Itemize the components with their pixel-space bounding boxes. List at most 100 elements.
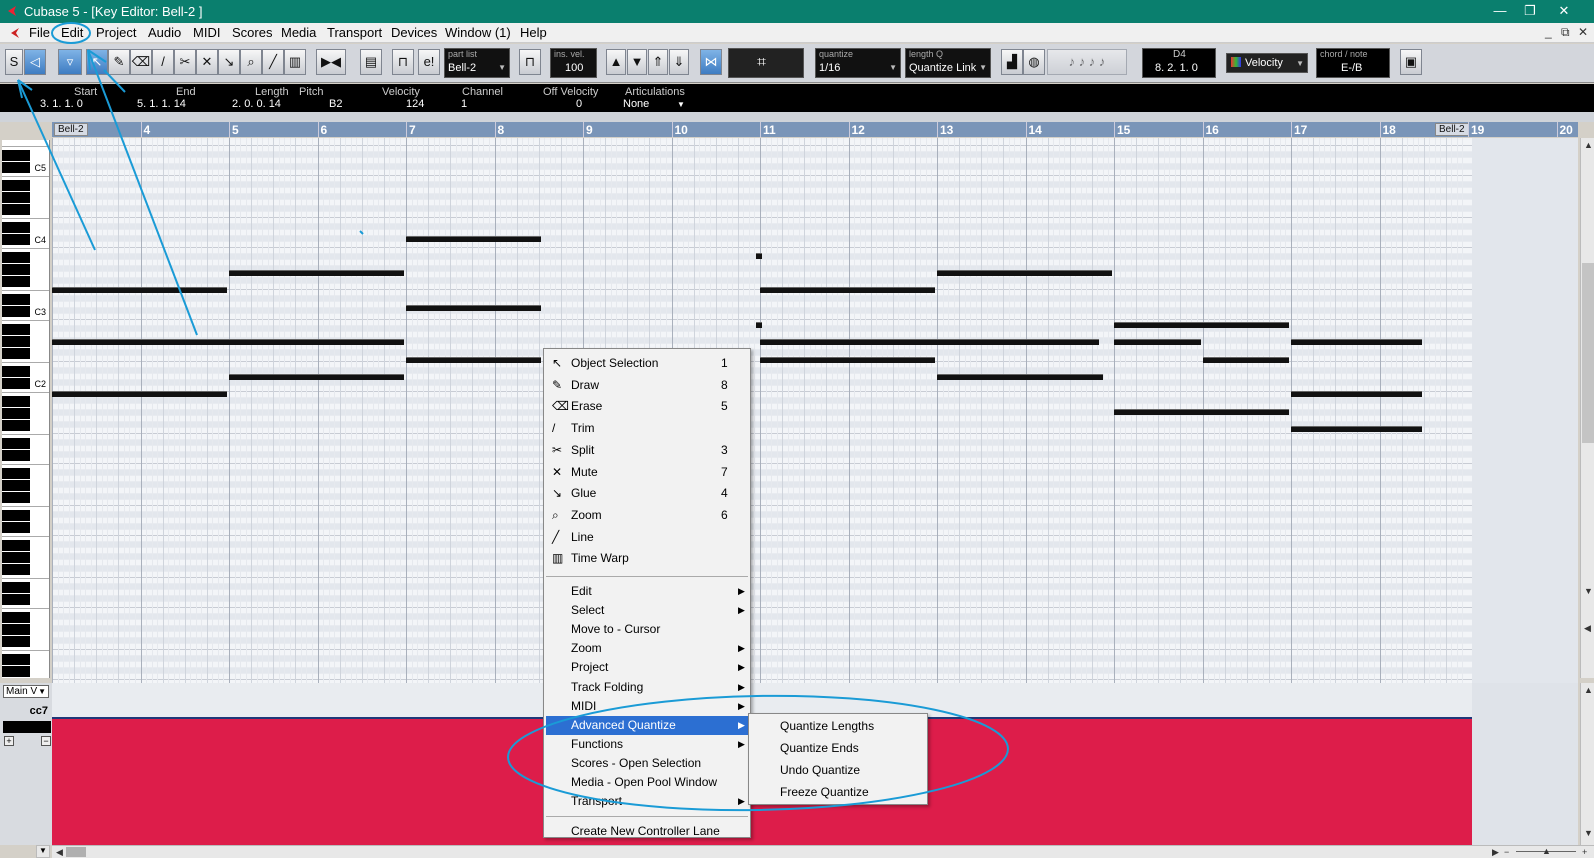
menu-submenu-edit[interactable]: Edit ▶ <box>546 582 748 601</box>
info-off-velocity-value[interactable]: 0 <box>576 98 582 110</box>
menu-create-controller-lane[interactable]: Create New Controller Lane <box>546 821 748 843</box>
midi-note[interactable] <box>1114 408 1289 415</box>
scroll-down-icon[interactable]: ▼ <box>1584 828 1593 838</box>
black-key[interactable] <box>2 408 30 419</box>
edit-active-part-button[interactable]: ⊓ <box>392 49 414 75</box>
black-key[interactable] <box>2 162 30 173</box>
vertical-scrollbar[interactable]: ▲ ▼ ◀ <box>1580 138 1594 678</box>
lane-setup-select[interactable]: Main V ▼ <box>3 685 49 698</box>
scroll-up-icon[interactable]: ▲ <box>1584 140 1593 150</box>
draw-tool[interactable]: ✎ <box>108 49 130 75</box>
midi-note[interactable] <box>1114 339 1201 346</box>
menu-midi[interactable]: MIDI <box>193 25 220 40</box>
midi-note[interactable] <box>760 287 935 294</box>
midi-note[interactable] <box>52 287 227 294</box>
autoscroll-button[interactable]: ▶◀ <box>316 49 346 75</box>
move-down-button[interactable]: ▼ <box>627 49 647 75</box>
midi-note[interactable] <box>1202 356 1289 363</box>
menu-tool-draw[interactable]: ✎ Draw 8 <box>546 375 748 397</box>
acoustic-feedback-button[interactable]: ◁ <box>24 49 46 75</box>
info-end-value[interactable]: 5. 1. 1. 14 <box>137 98 186 110</box>
menu-edit[interactable]: Edit <box>61 25 83 40</box>
info-pitch-value[interactable]: B2 <box>329 98 342 110</box>
black-key[interactable] <box>2 552 30 563</box>
midi-note[interactable] <box>937 373 1104 380</box>
snap-button[interactable]: ⋈ <box>700 49 722 75</box>
info-articulations-value[interactable]: None <box>623 98 649 110</box>
menu-submenu-select[interactable]: Select ▶ <box>546 601 748 620</box>
edit-in-place-button[interactable]: e! <box>418 49 440 75</box>
step-input-button[interactable]: ⊓ <box>519 49 541 75</box>
controller-type-label[interactable]: cc7 <box>30 705 48 717</box>
horizontal-scrollbar[interactable]: ◀ ▶ − ▲ + <box>52 845 1594 858</box>
time-warp-tool[interactable]: ▥ <box>284 49 306 75</box>
scroll-thumb[interactable] <box>1582 263 1594 443</box>
black-key[interactable] <box>2 612 30 623</box>
info-length-value[interactable]: 2. 0. 0. 14 <box>232 98 281 110</box>
move-down-octave-button[interactable]: ⇓ <box>669 49 689 75</box>
part-list-select[interactable]: part list Bell-2 ▼ <box>444 48 510 78</box>
move-up-octave-button[interactable]: ⇑ <box>648 49 668 75</box>
black-key[interactable] <box>2 522 30 533</box>
zoom-out-icon[interactable]: − <box>1504 847 1509 857</box>
menu-tool-split[interactable]: ✂ Split 3 <box>546 440 748 462</box>
midi-note[interactable] <box>1291 425 1422 432</box>
black-key[interactable] <box>2 336 30 347</box>
independent-track-loop-button[interactable]: ♪ ♪ ♪ ♪ <box>1047 49 1127 75</box>
mdi-minimize-button[interactable]: _ <box>1545 25 1552 39</box>
add-lane-button[interactable]: + <box>4 736 14 746</box>
scroll-down-icon[interactable]: ▼ <box>1584 586 1593 596</box>
menu-submenu-transport[interactable]: Transport ▶ <box>546 792 748 811</box>
menu-submenu-midi[interactable]: MIDI ▶ <box>546 697 748 716</box>
black-key[interactable] <box>2 624 30 635</box>
midi-note[interactable] <box>406 356 542 363</box>
menu-tool-mute[interactable]: ✕ Mute 7 <box>546 462 748 484</box>
info-velocity-value[interactable]: 124 <box>406 98 424 110</box>
midi-note[interactable] <box>406 304 542 311</box>
menu-tool-erase[interactable]: ⌫ Erase 5 <box>546 396 748 418</box>
velocity-select[interactable]: Velocity ▼ <box>1226 53 1308 73</box>
menu-project[interactable]: Project <box>96 25 136 40</box>
midi-note[interactable] <box>755 322 763 328</box>
black-key[interactable] <box>2 306 30 317</box>
menu-submenu-scores-open-selection[interactable]: Scores - Open Selection <box>546 754 748 773</box>
menu-file[interactable]: File <box>29 25 50 40</box>
midi-note[interactable] <box>1291 339 1422 346</box>
insert-velocity-field[interactable]: ins. vel. 100 <box>550 48 597 78</box>
menu-media[interactable]: Media <box>281 25 316 40</box>
close-button[interactable]: ✕ <box>1544 0 1584 23</box>
zoom-tool[interactable]: ⌕ <box>240 49 262 75</box>
midi-note[interactable] <box>229 373 404 380</box>
menu-tool-zoom[interactable]: ⌕ Zoom 6 <box>546 505 748 527</box>
info-start-value[interactable]: 3. 1. 1. 0 <box>40 98 83 110</box>
menu-window[interactable]: Window (1) <box>445 25 511 40</box>
solo-button[interactable]: S <box>5 49 23 75</box>
quantize-ends-item[interactable]: Quantize Ends <box>780 741 859 755</box>
black-key[interactable] <box>2 378 30 389</box>
midi-note[interactable] <box>1291 391 1422 398</box>
menu-submenu-zoom[interactable]: Zoom ▶ <box>546 639 748 658</box>
black-key[interactable] <box>2 582 30 593</box>
menu-submenu-advanced-quantize[interactable]: Advanced Quantize ▶ <box>546 715 748 735</box>
black-key[interactable] <box>2 540 30 551</box>
midi-note[interactable] <box>760 356 935 363</box>
black-key[interactable] <box>2 324 30 335</box>
black-key[interactable] <box>2 396 30 407</box>
split-tool[interactable]: ✂ <box>174 49 196 75</box>
midi-note[interactable] <box>52 391 227 398</box>
black-key[interactable] <box>2 480 30 491</box>
midi-note[interactable] <box>406 235 542 242</box>
colors-button[interactable]: ◍ <box>1023 49 1045 75</box>
black-key[interactable] <box>2 666 30 677</box>
piano-keyboard[interactable]: C5 C4 C3 C2 <box>2 140 50 678</box>
lane-menu-button[interactable]: ▼ <box>36 845 50 858</box>
menu-tool-line[interactable]: ╱ Line <box>546 527 748 549</box>
menu-submenu-project[interactable]: Project ▶ <box>546 658 748 677</box>
black-key[interactable] <box>2 438 30 449</box>
quantize-lengths-item[interactable]: Quantize Lengths <box>780 719 874 733</box>
scroll-left-icon[interactable]: ◀ <box>56 847 63 858</box>
erase-tool[interactable]: ⌫ <box>130 49 152 75</box>
hscroll-thumb[interactable] <box>66 847 86 857</box>
menu-submenu-track-folding[interactable]: Track Folding ▶ <box>546 678 748 697</box>
mdi-restore-button[interactable]: ⧉ <box>1561 25 1570 40</box>
